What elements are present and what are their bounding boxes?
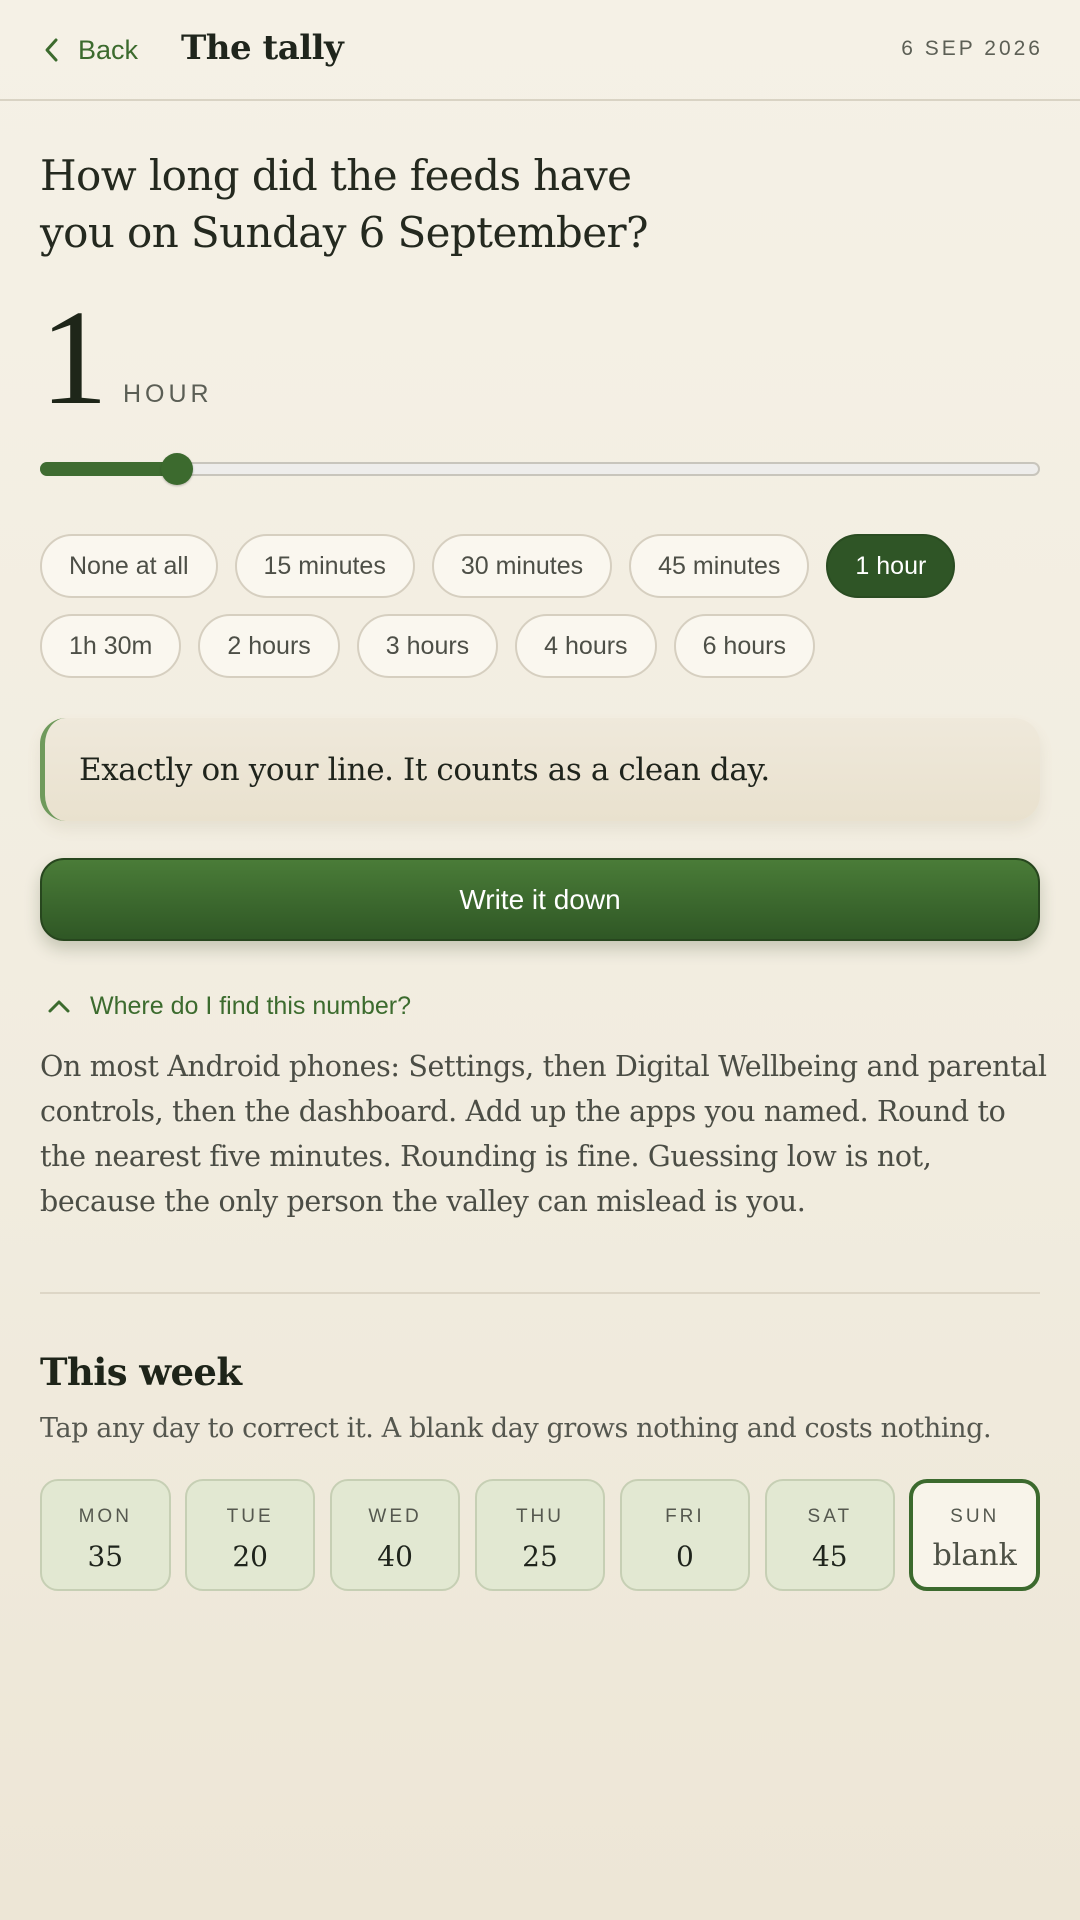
top-bar: Back The tally 6 SEP 2026 bbox=[0, 0, 1080, 101]
day-label: SUN bbox=[950, 1506, 1000, 1527]
day-value: 0 bbox=[675, 1540, 694, 1573]
duration-chip[interactable]: 4 hours bbox=[515, 614, 657, 678]
duration-chip[interactable]: 2 hours bbox=[198, 614, 340, 678]
write-it-down-button[interactable]: Write it down bbox=[40, 858, 1040, 941]
duration-presets: None at all 15 minutes 30 minutes 45 minute… bbox=[40, 534, 1050, 678]
day-tile-thu[interactable]: THU 25 bbox=[474, 1479, 606, 1591]
help-text: On most Android phones: Settings, then D… bbox=[40, 1050, 1047, 1218]
date-label: 6 SEP 2026 bbox=[901, 37, 1043, 60]
day-value: 20 bbox=[232, 1540, 268, 1573]
day-label: WED bbox=[368, 1506, 422, 1527]
day-label: SAT bbox=[807, 1506, 853, 1527]
day-label: TUE bbox=[226, 1506, 274, 1527]
duration-chip[interactable]: 6 hours bbox=[673, 614, 815, 678]
back-label: Back bbox=[78, 34, 139, 65]
day-value: 25 bbox=[522, 1540, 558, 1573]
day-value: 45 bbox=[811, 1540, 848, 1573]
day-tile-wed[interactable]: WED 40 bbox=[329, 1479, 461, 1591]
question-heading: How long did the feeds have you on Sunda… bbox=[40, 151, 648, 257]
duration-value: 1 bbox=[40, 283, 108, 433]
duration-chip[interactable]: None at all bbox=[40, 534, 218, 598]
page-title: The tally bbox=[181, 28, 344, 68]
day-label: MON bbox=[78, 1506, 132, 1527]
day-tile-mon[interactable]: MON 35 bbox=[40, 1479, 171, 1591]
duration-chip[interactable]: 3 hours bbox=[356, 614, 499, 678]
duration-slider[interactable] bbox=[40, 453, 1040, 485]
day-tile-sun[interactable]: SUN blank bbox=[909, 1479, 1040, 1591]
day-tile-sat[interactable]: SAT 45 bbox=[764, 1479, 896, 1591]
week-days: MON 35 TUE 20 WED 40 THU 25 FRI 0 SAT 45 SUN blank bbox=[40, 1479, 1040, 1591]
help-toggle-label: Where do I find this number? bbox=[90, 991, 411, 1020]
day-tile-fri[interactable]: FRI 0 bbox=[619, 1479, 751, 1591]
duration-chip[interactable]: 15 minutes bbox=[234, 534, 415, 598]
chevron-left-icon bbox=[45, 38, 58, 62]
week-subtitle: Tap any day to correct it. A blank day g… bbox=[40, 1413, 992, 1444]
slider-thumb[interactable] bbox=[161, 453, 193, 485]
duration-chip[interactable]: 1h 30m bbox=[40, 614, 182, 678]
day-label: FRI bbox=[665, 1506, 705, 1527]
week-title: This week bbox=[40, 1350, 242, 1394]
slider-fill bbox=[40, 462, 177, 476]
status-callout: Exactly on your line. It counts as a cle… bbox=[40, 718, 1040, 821]
day-value: blank bbox=[932, 1538, 1017, 1573]
chevron-up-icon bbox=[48, 1000, 70, 1013]
day-value: 40 bbox=[377, 1540, 413, 1573]
duration-chip[interactable]: 45 minutes bbox=[629, 534, 810, 598]
duration-unit: HOUR bbox=[123, 380, 213, 408]
help-toggle[interactable]: Where do I find this number? bbox=[40, 988, 411, 1024]
section-divider bbox=[40, 1292, 1040, 1294]
day-label: THU bbox=[515, 1506, 564, 1527]
duration-chip[interactable]: 30 minutes bbox=[431, 534, 613, 598]
day-tile-tue[interactable]: TUE 20 bbox=[184, 1479, 316, 1591]
back-button[interactable]: Back bbox=[40, 30, 138, 70]
duration-chip[interactable]: 1 hour bbox=[826, 534, 956, 598]
day-value: 35 bbox=[87, 1540, 124, 1573]
status-callout-text: Exactly on your line. It counts as a cle… bbox=[79, 751, 770, 788]
